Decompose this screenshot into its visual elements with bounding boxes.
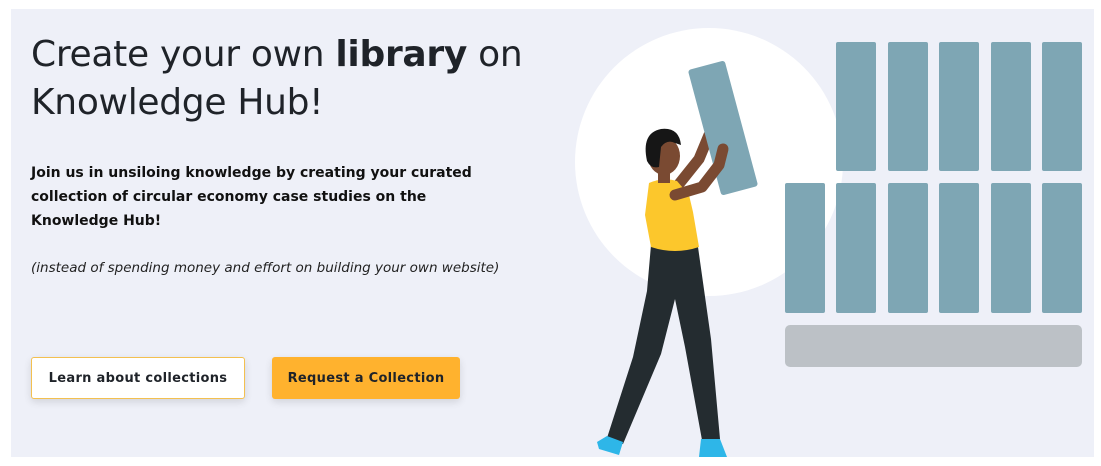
shelf-book bbox=[939, 183, 979, 313]
note-text: (instead of spending money and effort on… bbox=[31, 260, 500, 276]
shelf-book bbox=[991, 183, 1031, 313]
book-top-row bbox=[836, 42, 1082, 171]
shelf-book bbox=[888, 183, 928, 313]
shelf-book bbox=[836, 183, 876, 313]
title-emphasis: library bbox=[335, 34, 468, 75]
hero-banner: Create your own library on Knowledge Hub… bbox=[11, 9, 1094, 457]
page-title: Create your own library on Knowledge Hub… bbox=[31, 31, 551, 127]
right-shoe bbox=[699, 439, 727, 457]
request-collection-button[interactable]: Request a Collection bbox=[272, 357, 460, 399]
learn-about-collections-button[interactable]: Learn about collections bbox=[31, 357, 245, 399]
lead-text: Join us in unsiloing knowledge by creati… bbox=[31, 165, 472, 229]
shelf-base bbox=[785, 325, 1082, 367]
title-text-start: Create your own bbox=[31, 34, 336, 75]
shelf-book bbox=[785, 183, 825, 313]
library-illustration bbox=[575, 28, 1082, 457]
shelf-book bbox=[1042, 183, 1082, 313]
shelf-book bbox=[1042, 42, 1082, 171]
shelf-book bbox=[836, 42, 876, 171]
shelf-book bbox=[991, 42, 1031, 171]
shelf-book bbox=[888, 42, 928, 171]
shelf-book bbox=[939, 42, 979, 171]
